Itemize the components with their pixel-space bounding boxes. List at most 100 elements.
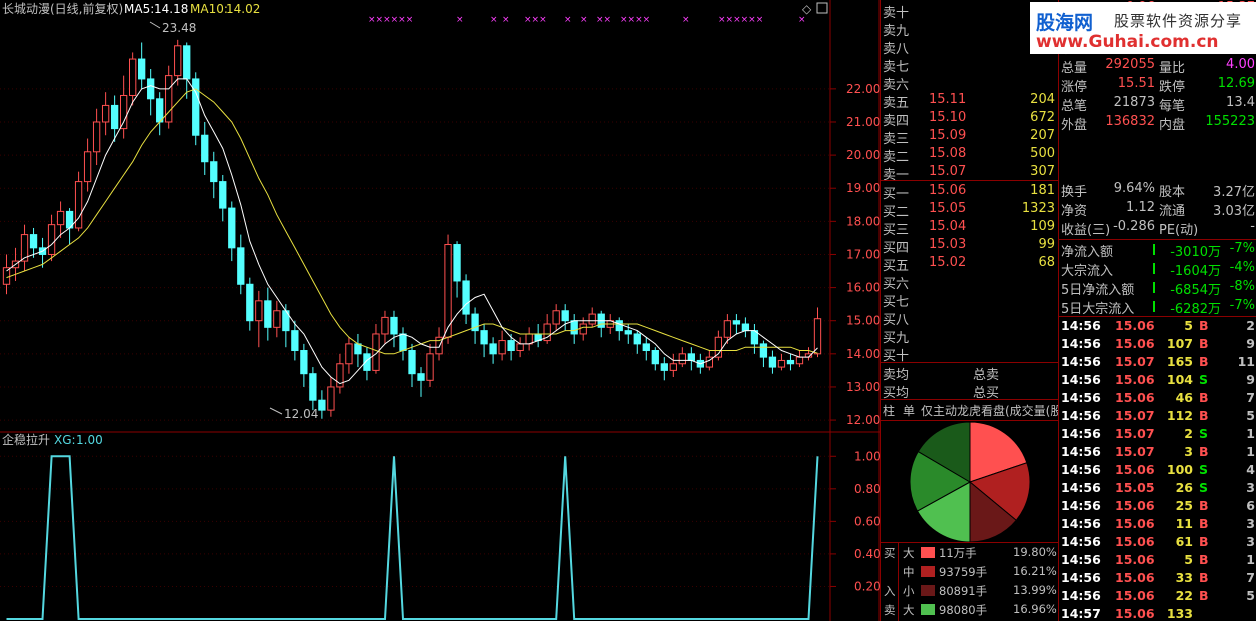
tick-row[interactable]: 14:56 15.06 100 S 4 — [1059, 461, 1256, 479]
buy-level-8[interactable]: 买八 — [881, 308, 1059, 328]
tick-row[interactable]: 14:56 15.07 2 S 1 — [1059, 425, 1256, 443]
buy-level-2[interactable]: 买二 15.05 1323 — [881, 200, 1059, 220]
candle-down — [138, 58, 146, 80]
tick-time: 14:56 — [1061, 534, 1101, 549]
tick-row[interactable]: 14:56 15.07 3 B 1 — [1059, 443, 1256, 461]
tick-row[interactable]: 14:56 15.07 165 B 11 — [1059, 353, 1256, 371]
quote-label: 总笔 — [1061, 99, 1088, 114]
tick-row[interactable]: 14:56 15.07 112 B 5 — [1059, 407, 1256, 425]
indicator-name: 企稳拉升 — [2, 432, 50, 447]
tick-time: 14:56 — [1061, 426, 1101, 441]
tick-price: 15.06 — [1115, 318, 1155, 333]
buy-level-3[interactable]: 买三 15.04 109 — [881, 218, 1059, 238]
tick-row[interactable]: 14:56 15.05 26 S 3 — [1059, 479, 1256, 497]
tick-count: 3 — [1246, 534, 1255, 549]
signal-mark: ×××× — [620, 15, 650, 25]
candle-up — [92, 121, 101, 153]
tick-volume: 133 — [1166, 606, 1193, 621]
tab-single[interactable]: 单 — [903, 402, 915, 419]
tick-row[interactable]: 14:56 15.06 5 B 2 — [1059, 317, 1256, 335]
tick-volume: 46 — [1175, 390, 1193, 405]
buy-level-9[interactable]: 买九 — [881, 326, 1059, 346]
sell-level-3[interactable]: 卖三 15.09 207 — [881, 127, 1059, 147]
candle-down — [633, 333, 641, 345]
quote-row: 涨停 15.51 跌停 12.69 — [1059, 75, 1256, 95]
tab-dragon-tiger[interactable]: 龙虎看盘(成交量(股 — [957, 402, 1059, 419]
candle-up — [327, 386, 335, 411]
money-flow-bar — [1153, 282, 1155, 293]
logo-slogan: 股票软件资源分享 — [1114, 12, 1243, 30]
ma10-label: MA10: — [190, 2, 228, 16]
quote-value: -0.286 — [1113, 219, 1155, 234]
tick-count: 7 — [1246, 390, 1255, 405]
sell-level-6[interactable]: 卖六 — [881, 73, 1059, 93]
tick-row[interactable]: 14:56 15.06 22 B 5 — [1059, 587, 1256, 605]
flow-color-swatch — [921, 604, 935, 615]
buy-level-4[interactable]: 买四 15.03 99 — [881, 236, 1059, 256]
candle-down — [390, 316, 398, 335]
tick-side: B — [1199, 516, 1209, 531]
money-flow-label: 5日大宗流入 — [1061, 302, 1135, 317]
tick-row[interactable]: 14:56 15.06 107 B 9 — [1059, 335, 1256, 353]
candle-up — [56, 210, 65, 226]
flow-row: 中 93759手 16.21% — [899, 563, 1059, 581]
quote-label-2: PE(动) — [1159, 223, 1199, 238]
sell-level-1[interactable]: 卖一 15.07 307 — [881, 163, 1059, 183]
site-logo: 股海网 股票软件资源分享 www.Guhai.com.cn — [1030, 2, 1256, 54]
quote-label-2: 内盘 — [1159, 118, 1186, 133]
tick-price: 15.07 — [1115, 444, 1155, 459]
tab-bar: 柱 单 仅主动 龙虎看盘(成交量(股 — [881, 400, 1059, 420]
tick-row[interactable]: 14:56 15.06 46 B 7 — [1059, 389, 1256, 407]
tick-price: 15.06 — [1115, 462, 1155, 477]
signal-mark: × — [502, 15, 510, 25]
tick-row[interactable]: 14:57 15.06 133 — [1059, 605, 1256, 621]
candle-up — [255, 300, 263, 322]
flow-color-swatch — [921, 566, 935, 577]
buy-level-6[interactable]: 买六 — [881, 272, 1059, 292]
candle-down — [732, 320, 741, 325]
tab-bar-chart[interactable]: 柱 — [883, 402, 895, 419]
tick-row[interactable]: 14:56 15.06 104 S 9 — [1059, 371, 1256, 389]
quote-label-2: 量比 — [1159, 61, 1186, 76]
quote-label: 收益(三) — [1061, 223, 1111, 238]
price-tick-label: 14.00 — [846, 347, 880, 361]
sell-level-2[interactable]: 卖二 15.08 500 — [881, 145, 1059, 165]
candle-down — [768, 356, 777, 368]
tick-volume: 25 — [1175, 498, 1193, 513]
tick-volume: 104 — [1166, 372, 1193, 387]
tab-active-only[interactable]: 仅主动 — [921, 402, 957, 419]
sell-level-4[interactable]: 卖四 15.10 672 — [881, 109, 1059, 129]
tick-row[interactable]: 14:56 15.06 11 B 3 — [1059, 515, 1256, 533]
tick-row[interactable]: 14:56 15.06 25 B 6 — [1059, 497, 1256, 515]
tick-row[interactable]: 14:56 15.06 33 B 7 — [1059, 569, 1256, 587]
tick-volume: 107 — [1166, 336, 1193, 351]
tick-row[interactable]: 14:56 15.06 5 B 1 — [1059, 551, 1256, 569]
tick-volume: 22 — [1175, 588, 1193, 603]
candle-down — [201, 134, 209, 163]
quote-label: 涨停 — [1061, 80, 1088, 95]
buy-level-10[interactable]: 买十 — [881, 344, 1059, 364]
candle-down — [29, 234, 38, 249]
buy-level-1[interactable]: 买一 15.06 181 — [881, 182, 1059, 202]
kline-chart[interactable]: 22.00 21.00 20.00 19.00 18.00 17.00 16.00 15.00… — [0, 0, 880, 621]
money-flow-row: 大宗流入 -1604万 -4% — [1059, 259, 1256, 279]
quote-label-2: 流通 — [1159, 204, 1186, 219]
tick-side: B — [1199, 444, 1209, 459]
tick-count: 3 — [1246, 516, 1255, 531]
sell-level-5[interactable]: 卖五 15.11 204 — [881, 91, 1059, 111]
diamond-icon[interactable]: ◇ — [802, 2, 812, 16]
money-flow-bar — [1153, 301, 1155, 312]
quote-value: 136832 — [1105, 114, 1155, 129]
buy-level-5[interactable]: 买五 15.02 68 — [881, 254, 1059, 274]
buy-level-7[interactable]: 买七 — [881, 290, 1059, 310]
tick-price: 15.06 — [1115, 588, 1155, 603]
ma10-value: 14.02 — [226, 2, 260, 16]
candle-down — [192, 78, 200, 136]
sell-price: 15.08 — [929, 146, 967, 161]
tick-time: 14:57 — [1061, 606, 1101, 621]
tick-count: 1 — [1246, 552, 1255, 567]
tick-row[interactable]: 14:56 15.06 61 B 3 — [1059, 533, 1256, 551]
tick-price: 15.07 — [1115, 426, 1155, 441]
high-marker: 23.48 — [162, 21, 196, 35]
sell-level-7[interactable]: 卖七 — [881, 55, 1059, 75]
